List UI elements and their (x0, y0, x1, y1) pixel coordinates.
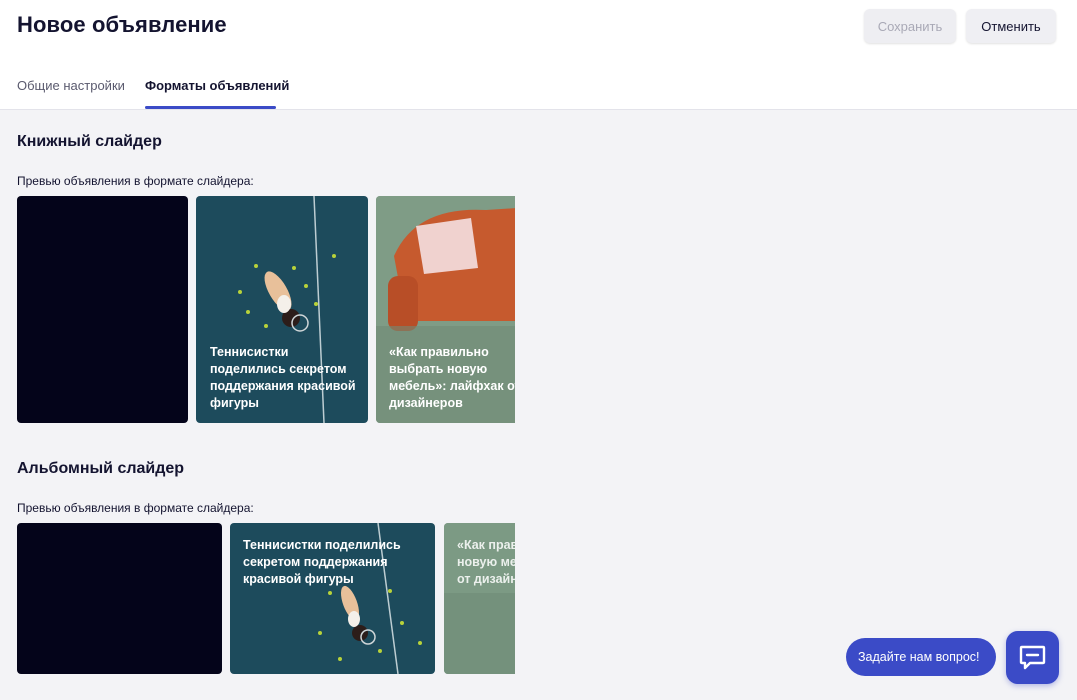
section-subtitle-book-slider: Превью объявления в формате слайдера: (17, 174, 254, 188)
section-title-album-slider: Альбомный слайдер (17, 460, 185, 477)
chat-icon (1019, 645, 1046, 670)
save-button[interactable]: Сохранить (864, 9, 956, 43)
tab-ad-formats[interactable]: Форматы объявлений (145, 78, 289, 93)
chat-button[interactable] (1006, 631, 1059, 684)
active-tab-indicator (145, 106, 276, 109)
slide-card-text: «Как правильно выбрать новую мебель»: ла… (389, 345, 515, 410)
slide-card-sofa[interactable]: «Как правильно выбрать новую мебель»: ла… (444, 523, 515, 674)
slide-card-text: Теннисистки поделились секретом поддержа… (210, 345, 356, 410)
ask-question-bubble[interactable]: Задайте нам вопрос! (846, 638, 996, 676)
slide-card-dark[interactable] (17, 196, 188, 423)
section-title-book-slider: Книжный слайдер (17, 133, 162, 150)
slide-card-sofa[interactable]: «Как правильно выбрать новую мебель»: ла… (376, 196, 515, 423)
album-slider-preview[interactable]: Теннисистки поделились секретом поддержа… (17, 523, 515, 675)
slide-card-text: «Как правильно выбрать новую мебель»: ла… (457, 538, 515, 586)
tab-general-settings[interactable]: Общие настройки (17, 78, 125, 93)
section-subtitle-album-slider: Превью объявления в формате слайдера: (17, 501, 254, 515)
cancel-button[interactable]: Отменить (966, 9, 1056, 43)
book-slider-preview[interactable]: Теннисистки поделились секретом поддержа… (17, 196, 515, 424)
slide-card-dark[interactable] (17, 523, 222, 674)
slide-card-text: Теннисистки поделились секретом поддержа… (243, 538, 401, 586)
header: Новое объявление Сохранить Отменить Общи… (0, 0, 1077, 110)
slide-card-tennis[interactable]: Теннисистки поделились секретом поддержа… (230, 523, 435, 674)
slide-card-tennis[interactable]: Теннисистки поделились секретом поддержа… (196, 196, 368, 423)
page-title: Новое объявление (17, 12, 227, 37)
